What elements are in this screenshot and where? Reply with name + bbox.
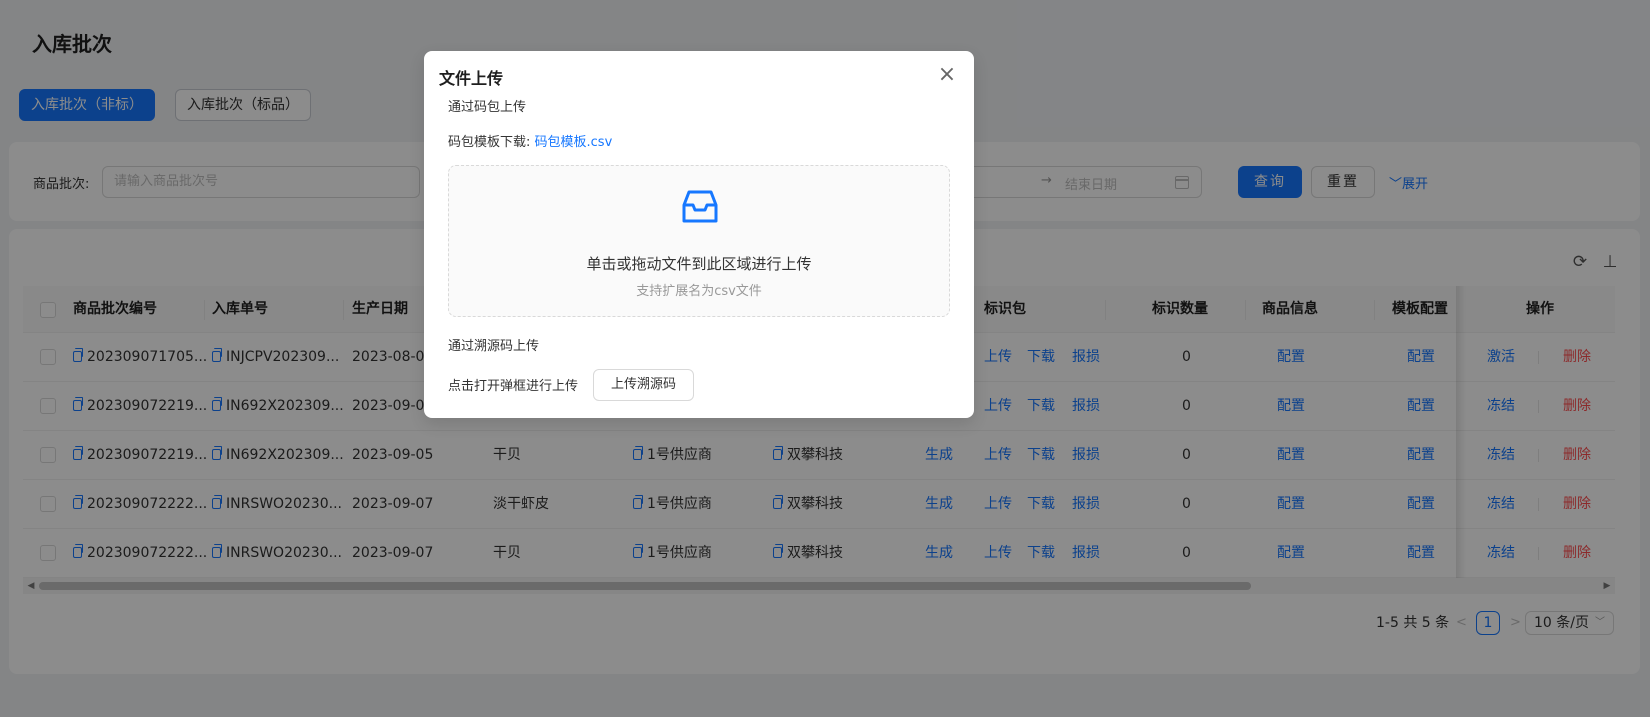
close-icon[interactable]: ×	[936, 64, 958, 87]
template-label: 码包模板下载:	[448, 135, 531, 150]
template-download-link[interactable]: 码包模板.csv	[535, 135, 613, 150]
dropzone-hint: 支持扩展名为csv文件	[636, 284, 762, 299]
upload-trace-code-button[interactable]: 上传溯源码	[593, 369, 694, 401]
section-code-pack: 通过码包上传	[448, 100, 527, 115]
modal-title: 文件上传	[439, 69, 504, 88]
upload-dropzone[interactable]: 单击或拖动文件到此区域进行上传 支持扩展名为csv文件	[448, 165, 950, 317]
template-download-row: 码包模板下载: 码包模板.csv	[448, 131, 612, 150]
inbox-icon	[682, 190, 718, 223]
file-upload-modal: 文件上传 × 通过码包上传 码包模板下载: 码包模板.csv 单击或拖动文件到此…	[424, 51, 974, 418]
dropzone-text: 单击或拖动文件到此区域进行上传	[586, 255, 812, 273]
popup-upload-label: 点击打开弹框进行上传	[448, 379, 579, 394]
section-trace-code: 通过溯源码上传	[448, 339, 540, 354]
